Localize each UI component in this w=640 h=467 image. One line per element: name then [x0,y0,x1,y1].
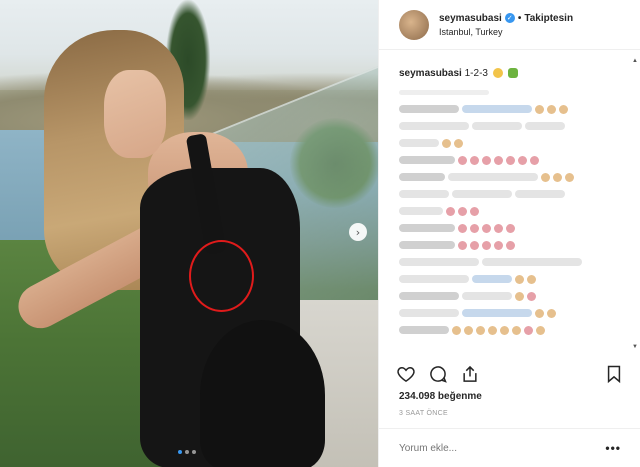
scroll-up-icon[interactable]: ▲ [632,58,638,64]
heart-icon [397,366,415,382]
blurred-comment [399,155,611,165]
save-button[interactable] [603,363,625,385]
carousel-next-button[interactable]: › [349,223,367,241]
share-icon [463,365,477,382]
add-comment-bar: ••• [379,428,640,467]
more-options-icon[interactable]: ••• [605,441,621,455]
comments-list: seymasubasi 1-2-3 [379,58,631,348]
bookmark-icon [607,365,621,384]
carousel-dot [192,450,196,454]
location-link[interactable]: Istanbul, Turkey [439,27,573,37]
comment-input[interactable] [399,442,606,454]
post-actions [395,362,625,386]
verified-badge-icon: ✓ [504,13,515,23]
blurred-comment [399,223,611,233]
post-timestamp: 3 SAAT ÖNCE [399,410,448,417]
chevron-right-icon: › [355,225,361,239]
blurred-comment [399,291,611,301]
blurred-comment [399,206,611,216]
post-header: seymasubasi ✓ • Takiptesin Istanbul, Tur… [379,0,640,50]
photo-person-face [104,70,166,158]
avatar[interactable] [399,9,429,40]
blurred-comment [399,104,611,114]
like-button[interactable] [395,363,417,385]
comment-button[interactable] [427,363,449,385]
blurred-comment [399,257,611,267]
thinking-emoji-icon [492,68,503,79]
comment-icon [430,366,447,383]
username-link[interactable]: seymasubasi [439,13,502,24]
scroll-down-icon[interactable]: ▼ [632,344,638,350]
share-button[interactable] [459,363,481,385]
blurred-comment [399,325,611,335]
blurred-comment [399,138,611,148]
blurred-comment [399,240,611,250]
like-count[interactable]: 234.098 beğenme [399,391,482,402]
blurred-comment [399,172,611,182]
post-sidebar: seymasubasi ✓ • Takiptesin Istanbul, Tur… [378,0,640,467]
post-caption: seymasubasi 1-2-3 [399,68,611,79]
carousel-dot [185,450,189,454]
blurred-comment [399,274,611,284]
post-photo[interactable]: › [0,0,378,467]
blurred-comment [399,121,611,131]
photo-person-dress-lower [200,320,325,467]
caption-username[interactable]: seymasubasi [399,68,462,79]
carousel-dot [178,450,182,454]
caption-text: 1-2-3 [464,68,488,79]
blurred-timestamp [399,89,611,96]
comments-scrollbar[interactable]: ▲ ▼ [632,58,638,350]
blurred-comment [399,308,611,318]
highlight-circle [189,240,254,312]
cactus-emoji-icon [507,68,518,79]
header-separator: • [517,12,522,24]
carousel-dots [178,450,196,454]
follow-button[interactable]: Takiptesin [524,13,573,24]
blurred-comment [399,189,611,199]
